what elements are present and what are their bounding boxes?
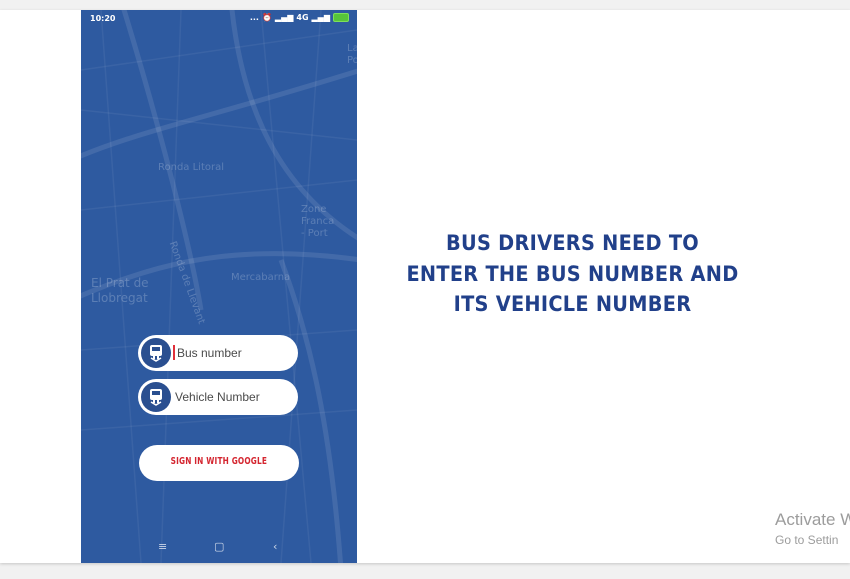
battery-icon: [333, 13, 349, 22]
status-bar: 10:20 ... ⏰ ▂▄▆ 4G ▂▄▆: [81, 10, 357, 28]
status-icons: ... ⏰ ▂▄▆ 4G ▂▄▆: [250, 13, 349, 22]
slide-headline: BUS DRIVERS NEED TO ENTER THE BUS NUMBER…: [370, 228, 775, 320]
map-label: Mercabarna: [231, 272, 291, 283]
headline-line: ITS VEHICLE NUMBER: [453, 292, 692, 316]
notification-dots: ...: [249, 13, 259, 22]
back-icon[interactable]: ‹: [273, 540, 277, 553]
home-icon[interactable]: ▢: [214, 540, 224, 553]
headline-line: BUS DRIVERS NEED TO: [446, 231, 699, 255]
signal-icon: ▂▄▆: [274, 13, 294, 22]
headline-line: ENTER THE BUS NUMBER AND: [406, 261, 739, 286]
network-type: 4G: [296, 13, 309, 22]
signal-icon: ▂▄▆: [311, 13, 330, 22]
vehicle-number-placeholder: Vehicle Number: [175, 390, 260, 404]
watermark-subtitle: Go to Settin: [775, 533, 839, 547]
activate-windows-watermark: Activate W Go to Settin: [775, 510, 850, 547]
alarm-icon: ⏰: [261, 13, 272, 22]
android-nav-bar: ≡ ▢ ‹: [81, 534, 357, 563]
sign-in-with-google-button[interactable]: SIGN IN WITH GOOGLE: [139, 445, 299, 481]
bus-number-placeholder: Bus number: [177, 346, 242, 360]
bus-number-field[interactable]: Bus number: [138, 335, 298, 371]
phone-screenshot: Ronda Litoral Zone Franca - Port Ronda d…: [81, 10, 357, 563]
map-label: Ronda Litoral: [158, 162, 225, 173]
bus-icon: [141, 338, 171, 368]
sign-in-button-label: SIGN IN WITH GOOGLE: [170, 456, 268, 467]
menu-icon[interactable]: ≡: [158, 540, 167, 553]
map-label: El Prat de Llobregat: [91, 276, 149, 305]
vehicle-number-field[interactable]: Vehicle Number: [138, 379, 298, 415]
map-label: La Po: [347, 43, 357, 66]
text-cursor: [173, 345, 175, 360]
watermark-title: Activate W: [775, 510, 850, 529]
bus-icon: [141, 382, 171, 412]
map-label: Zone Franca - Port: [301, 204, 335, 239]
status-time: 10:20: [90, 14, 116, 23]
